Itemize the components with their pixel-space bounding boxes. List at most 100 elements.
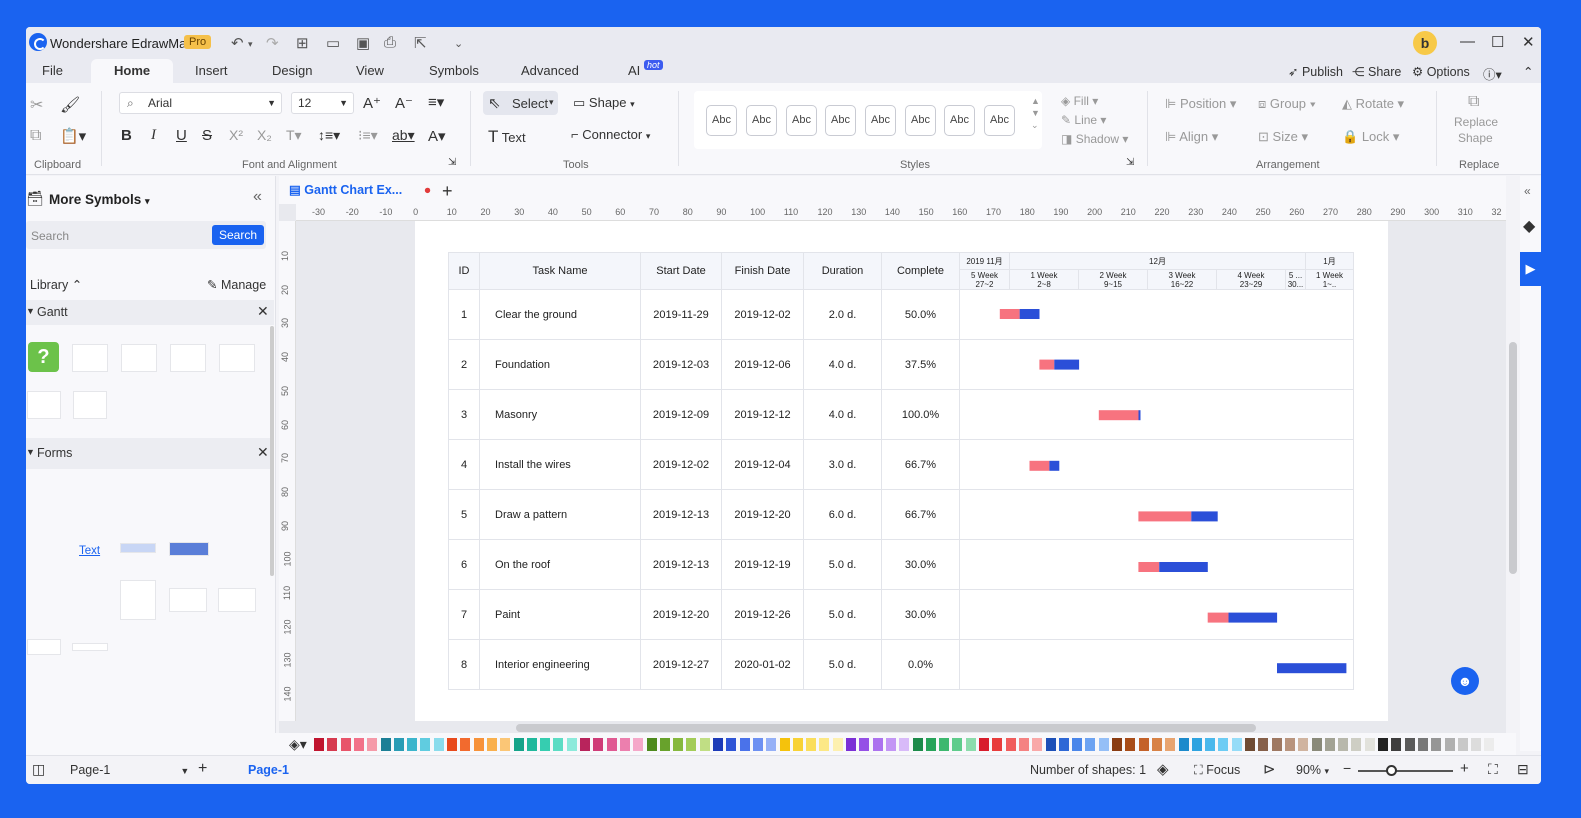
form-symbol-thumbnail[interactable] bbox=[120, 580, 156, 620]
color-swatch[interactable] bbox=[912, 738, 923, 751]
color-swatch[interactable] bbox=[952, 738, 963, 751]
publish-button[interactable]: ➶ Publish bbox=[1288, 64, 1343, 79]
color-swatch[interactable] bbox=[1364, 738, 1375, 751]
color-swatch[interactable] bbox=[1404, 738, 1415, 751]
document-tab[interactable]: ▤ Gantt Chart Ex... ● bbox=[289, 182, 431, 204]
color-swatch[interactable] bbox=[447, 738, 457, 751]
gantt-bar-complete[interactable] bbox=[999, 309, 1020, 319]
color-swatch[interactable] bbox=[686, 738, 697, 751]
zoom-slider[interactable] bbox=[1358, 765, 1453, 776]
color-swatch[interactable] bbox=[486, 738, 497, 751]
color-swatch[interactable] bbox=[1338, 738, 1349, 751]
color-swatch[interactable] bbox=[1484, 738, 1495, 751]
position-button[interactable]: ⊫ Position ▾ bbox=[1165, 96, 1236, 112]
paste-icon[interactable]: 📋▾ bbox=[60, 127, 86, 145]
color-swatch[interactable] bbox=[1085, 738, 1096, 751]
zoom-level[interactable]: 90% ▾ bbox=[1296, 763, 1329, 777]
form-symbol-thumbnail[interactable] bbox=[218, 588, 256, 612]
zoom-out-icon[interactable]: − bbox=[1343, 760, 1351, 776]
color-swatch[interactable] bbox=[314, 738, 324, 751]
color-swatch[interactable] bbox=[393, 738, 404, 751]
color-swatch[interactable] bbox=[1165, 738, 1176, 751]
gantt-symbol-thumbnail[interactable] bbox=[170, 344, 206, 372]
fill-color-picker-icon[interactable]: ◈▾ bbox=[289, 736, 307, 753]
color-swatch[interactable] bbox=[659, 738, 670, 751]
replace-shape-icon[interactable]: ⧉ bbox=[1468, 93, 1479, 111]
color-swatch[interactable] bbox=[1098, 738, 1109, 751]
collapse-ribbon-icon[interactable]: ⌃ bbox=[1523, 64, 1533, 79]
align-icon[interactable]: ≡▾ bbox=[428, 93, 444, 111]
page-view-icon[interactable]: ◫ bbox=[32, 761, 45, 778]
color-swatch[interactable] bbox=[540, 738, 551, 751]
style-gallery-scroll-icon[interactable]: ▲ ▼ ⌄ bbox=[1031, 95, 1040, 131]
color-swatch[interactable] bbox=[819, 738, 830, 751]
tab-home[interactable]: Home bbox=[91, 59, 174, 83]
color-swatch[interactable] bbox=[1351, 738, 1362, 751]
layers-icon[interactable]: ◈ bbox=[1157, 760, 1169, 778]
gantt-category-header[interactable]: ▼ Gantt ✕ bbox=[26, 300, 274, 325]
text-button[interactable]: T Text bbox=[488, 127, 526, 147]
color-swatch[interactable] bbox=[526, 738, 537, 751]
color-swatch[interactable] bbox=[925, 738, 936, 751]
color-swatch[interactable] bbox=[353, 738, 364, 751]
minimize-icon[interactable]: — bbox=[1460, 33, 1475, 50]
tab-ai[interactable]: AI bbox=[628, 63, 640, 78]
color-swatch[interactable] bbox=[713, 738, 723, 751]
gantt-bar-remaining[interactable] bbox=[1019, 309, 1040, 319]
style-preset[interactable]: Abc bbox=[984, 105, 1015, 136]
color-swatch[interactable] bbox=[1471, 738, 1482, 751]
color-swatch[interactable] bbox=[1112, 738, 1122, 751]
gantt-bar-remaining[interactable] bbox=[1191, 511, 1218, 522]
color-swatch[interactable] bbox=[899, 738, 910, 751]
color-swatch[interactable] bbox=[340, 738, 351, 751]
form-symbol-thumbnail[interactable] bbox=[72, 643, 108, 651]
help-question-icon[interactable]: ? bbox=[28, 342, 59, 372]
connector-button[interactable]: ⌐ Connector ▾ bbox=[571, 127, 650, 142]
color-swatch[interactable] bbox=[792, 738, 803, 751]
symbol-search-box[interactable]: Search Search bbox=[26, 221, 266, 249]
collapse-panel-icon[interactable]: « bbox=[253, 188, 262, 206]
gantt-bar-remaining[interactable] bbox=[1049, 460, 1060, 471]
save-icon[interactable]: ▣ bbox=[356, 34, 370, 52]
export-icon[interactable]: ⇱ bbox=[414, 34, 427, 52]
style-preset[interactable]: Abc bbox=[746, 105, 777, 136]
manage-button[interactable]: ✎ Manage bbox=[207, 277, 266, 292]
color-swatch[interactable] bbox=[433, 738, 444, 751]
color-swatch[interactable] bbox=[1444, 738, 1455, 751]
presentation-panel-icon[interactable]: ▶ bbox=[1520, 252, 1541, 286]
increase-font-icon[interactable]: A⁺ bbox=[363, 94, 381, 112]
lock-button[interactable]: 🔒 Lock ▾ bbox=[1342, 129, 1399, 145]
gantt-bar-complete[interactable] bbox=[1138, 511, 1192, 522]
gantt-bar-complete[interactable] bbox=[1039, 359, 1055, 370]
text-highlight-icon[interactable]: ab▾ bbox=[392, 127, 415, 144]
color-swatch[interactable] bbox=[1191, 738, 1202, 751]
more-symbols-title[interactable]: More Symbols ▾ bbox=[49, 192, 150, 207]
color-swatch[interactable] bbox=[1271, 738, 1282, 751]
options-button[interactable]: ⚙ Options bbox=[1412, 64, 1470, 79]
close-icon[interactable]: ✕ bbox=[257, 444, 269, 461]
copy-icon[interactable]: ⧉ bbox=[30, 127, 41, 145]
color-swatch[interactable] bbox=[633, 738, 644, 751]
gantt-bar-remaining[interactable] bbox=[1054, 359, 1080, 370]
color-swatch[interactable] bbox=[513, 738, 524, 751]
vertical-scrollbar[interactable] bbox=[1509, 342, 1517, 574]
horizontal-scrollbar[interactable] bbox=[516, 724, 1256, 732]
color-swatch[interactable] bbox=[726, 738, 737, 751]
color-swatch[interactable] bbox=[872, 738, 883, 751]
library-toggle[interactable]: Library ⌃ bbox=[30, 277, 82, 292]
gantt-symbol-thumbnail[interactable] bbox=[219, 344, 255, 372]
color-swatch[interactable] bbox=[766, 738, 777, 751]
color-swatch[interactable] bbox=[1005, 738, 1016, 751]
fit-width-icon[interactable]: ⊟ bbox=[1517, 761, 1529, 778]
color-swatch[interactable] bbox=[1417, 738, 1428, 751]
search-button[interactable]: Search bbox=[212, 225, 265, 245]
tab-view[interactable]: View bbox=[356, 63, 384, 78]
customize-toolbar-icon[interactable]: ⌄ bbox=[454, 37, 463, 50]
gantt-bar-remaining[interactable] bbox=[1277, 663, 1347, 674]
redo-icon[interactable]: ↷ bbox=[266, 34, 279, 52]
form-symbol-thumbnail[interactable] bbox=[169, 542, 209, 556]
undo-icon[interactable]: ↶ bbox=[231, 34, 244, 52]
fill-button[interactable]: ◈ Fill ▾ bbox=[1061, 94, 1098, 108]
close-icon[interactable]: ✕ bbox=[1522, 33, 1535, 51]
zoom-slider-knob[interactable] bbox=[1386, 765, 1398, 776]
